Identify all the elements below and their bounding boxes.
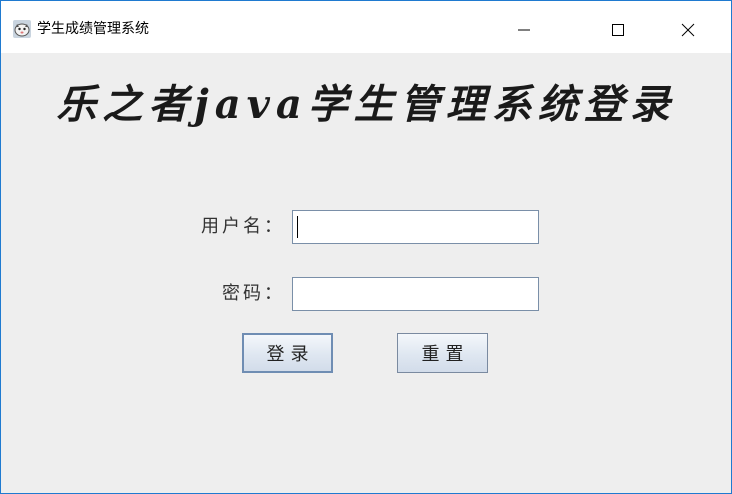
login-window: 学生成绩管理系统 乐之者java学生管理系统登录 用户名： 密码： 登录 重置 <box>0 0 732 494</box>
password-field[interactable] <box>292 277 539 311</box>
username-field[interactable] <box>292 210 539 244</box>
minimize-icon <box>518 29 530 31</box>
close-icon <box>681 23 695 37</box>
login-panel: 乐之者java学生管理系统登录 用户名： 密码： 登录 重置 <box>1 53 731 493</box>
maximize-icon <box>612 24 624 36</box>
login-button[interactable]: 登录 <box>242 333 333 373</box>
title-bar[interactable]: 学生成绩管理系统 <box>1 1 731 53</box>
reset-button[interactable]: 重置 <box>397 333 488 373</box>
page-title: 乐之者java学生管理系统登录 <box>56 81 676 128</box>
window-title: 学生成绩管理系统 <box>37 21 149 37</box>
maximize-button[interactable] <box>595 15 641 45</box>
minimize-button[interactable] <box>501 15 547 45</box>
password-label: 密码： <box>222 283 285 304</box>
username-label: 用户名： <box>201 216 285 237</box>
close-button[interactable] <box>665 15 711 45</box>
text-caret <box>297 216 298 238</box>
app-icon <box>13 20 31 38</box>
